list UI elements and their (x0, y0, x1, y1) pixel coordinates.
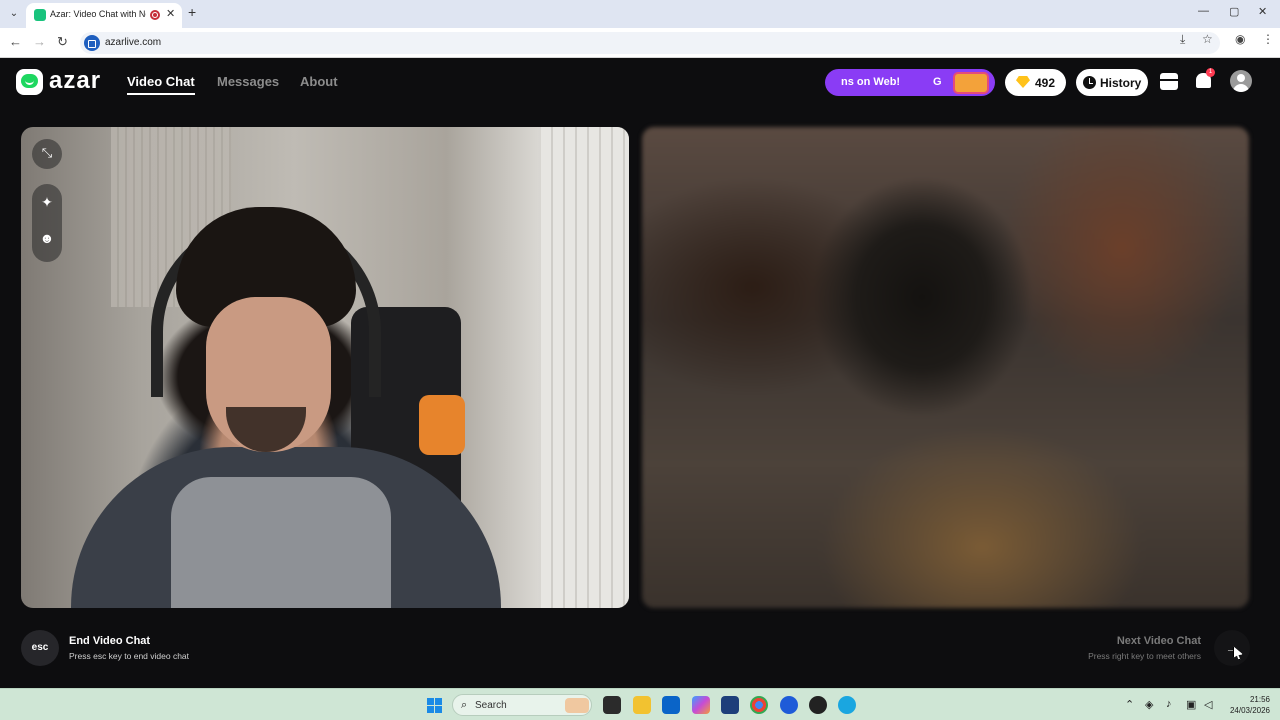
video-side-tools: ⤡ ✦ ☻ (32, 136, 64, 262)
gem-count: 492 (1035, 76, 1056, 90)
copilot-icon[interactable] (692, 696, 710, 714)
url-omnibox[interactable]: azarlive.com (80, 32, 1220, 54)
minimize-button[interactable]: — (1198, 5, 1209, 17)
taskbar-clock[interactable]: 21:56 24/03/2026 (1226, 694, 1270, 716)
tray-mic-icon[interactable]: ♪ (1166, 698, 1172, 710)
window-close-button[interactable]: ✕ (1258, 5, 1267, 18)
browser-tab-bar: ⌄ Azar: Video Chat with New ✕ + — ▢ ✕ (0, 0, 1280, 28)
file-explorer-icon[interactable] (633, 696, 651, 714)
gem-balance-button[interactable]: 492 (1005, 69, 1066, 96)
face-filter-icon[interactable]: ☻ (32, 230, 62, 246)
clock-icon (1083, 76, 1096, 89)
address-bar-row: ← → ↻ azarlive.com ⤓ ☆ ◉ ⋮ (0, 28, 1280, 58)
logo-text[interactable]: azar (49, 67, 101, 95)
tab-list-chevron-icon[interactable]: ⌄ (6, 6, 22, 22)
background-door (541, 127, 629, 608)
orange-bag (419, 395, 465, 455)
effects-toolbar: ✦ ☻ (32, 184, 62, 262)
tab-title: Azar: Video Chat with New (50, 9, 146, 19)
app-arc-icon[interactable] (780, 696, 798, 714)
install-app-icon[interactable]: ⤓ (1180, 32, 1185, 47)
outlook-icon[interactable] (662, 696, 680, 714)
store-app-icon[interactable] (721, 696, 739, 714)
nav-about[interactable]: About (300, 74, 338, 89)
azar-favicon-icon (34, 9, 46, 21)
taskbar-search-box[interactable]: ⌕ Search (452, 694, 592, 716)
next-video-chat-title[interactable]: Next Video Chat (1117, 635, 1201, 647)
history-label: History (1100, 76, 1142, 90)
peer-video-feed-blurred (642, 127, 1249, 608)
new-tab-button[interactable]: + (188, 4, 196, 20)
history-button[interactable]: History (1076, 69, 1148, 96)
nav-active-underline (127, 93, 195, 95)
search-highlight-icon (565, 698, 589, 713)
restore-button[interactable]: ▢ (1229, 5, 1239, 18)
app-sync-icon[interactable] (838, 696, 856, 714)
reload-icon[interactable]: ↻ (57, 34, 68, 50)
nav-video-chat[interactable]: Video Chat (127, 74, 195, 89)
user-avatar[interactable] (1230, 70, 1252, 92)
end-chat-esc-button[interactable]: esc (21, 630, 59, 666)
app-record-icon[interactable] (809, 696, 827, 714)
profile-icon[interactable]: ◉ (1235, 32, 1245, 46)
promo-text: ns on Web! (841, 76, 901, 88)
chrome-icon[interactable] (750, 696, 768, 714)
tray-volume-icon[interactable]: ◁ (1204, 698, 1212, 711)
end-video-chat-hint: Press esc key to end video chat (69, 651, 190, 661)
tray-network-icon[interactable]: ▣ (1186, 698, 1196, 711)
search-icon: ⌕ (461, 699, 468, 711)
store-icon[interactable] (1160, 73, 1178, 90)
tray-security-icon[interactable]: ◈ (1145, 698, 1153, 711)
url-text[interactable]: azarlive.com (105, 37, 161, 48)
recording-indicator-icon (150, 10, 160, 20)
tab-close-button[interactable]: ✕ (166, 7, 175, 20)
azar-logo-icon[interactable] (16, 69, 43, 95)
site-info-icon[interactable] (84, 35, 100, 51)
clock-time: 21:56 (1249, 695, 1270, 704)
self-video-feed (21, 127, 629, 608)
magic-wand-icon[interactable]: ✦ (32, 194, 62, 211)
treasure-chest-icon (953, 72, 989, 94)
person-chest-panel (171, 477, 391, 608)
notification-badge: 1 (1206, 68, 1215, 77)
browser-menu-icon[interactable]: ⋮ (1262, 32, 1274, 46)
windows-start-icon[interactable] (427, 698, 442, 713)
tray-overflow-chevron-icon[interactable]: ⌃ (1125, 698, 1134, 711)
nav-messages[interactable]: Messages (217, 74, 279, 89)
forward-arrow-icon[interactable]: → (33, 34, 46, 49)
app-header: azar Video Chat Messages About ns on Web… (0, 58, 1280, 106)
gem-icon (1016, 76, 1030, 88)
clock-date: 24/03/2026 (1229, 706, 1270, 715)
minimize-video-button[interactable]: ⤡ (32, 139, 62, 169)
end-video-chat-title[interactable]: End Video Chat (69, 635, 150, 647)
shrink-icon: ⤡ (41, 145, 53, 160)
page-scrollbar[interactable] (1270, 58, 1280, 688)
promo-letter: G (933, 76, 942, 88)
task-view-icon[interactable] (603, 696, 621, 714)
browser-tab[interactable]: Azar: Video Chat with New ✕ (26, 3, 182, 28)
promo-banner-button[interactable]: ns on Web! G (825, 69, 995, 96)
bookmark-star-icon[interactable]: ☆ (1202, 32, 1213, 46)
windows-taskbar: ⌕ Search ⌃ ◈ ♪ ▣ ◁ 21:56 24/03/2026 (0, 688, 1280, 720)
next-chat-arrow-button[interactable]: → (1214, 630, 1250, 666)
next-video-chat-hint: Press right key to meet others (1088, 651, 1201, 661)
search-placeholder: Search (475, 700, 507, 711)
back-arrow-icon[interactable]: ← (9, 34, 22, 49)
